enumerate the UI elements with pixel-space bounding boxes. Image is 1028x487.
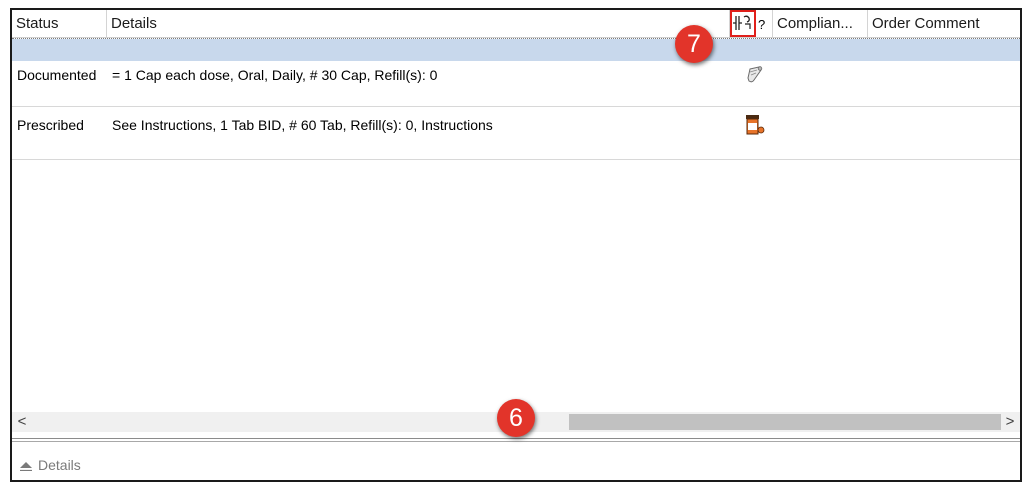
scroll-document-icon[interactable] — [744, 65, 766, 85]
annotation-badge-7: 7 — [675, 25, 713, 63]
row-separator — [12, 106, 1020, 107]
prescription-bottle-icon[interactable] — [744, 114, 768, 136]
expand-up-icon — [20, 462, 32, 472]
selected-row[interactable] — [12, 39, 1020, 61]
column-header-status[interactable]: Status — [12, 10, 107, 37]
panel-divider — [12, 438, 1020, 439]
details-expand-toggle[interactable]: Details — [19, 456, 81, 474]
row-separator — [12, 159, 1020, 160]
annotation-badge-6: 6 — [497, 399, 535, 437]
grid-header: Status Details ? Complian... Order Comme… — [12, 10, 1020, 38]
scroll-right-arrow[interactable]: > — [1000, 412, 1020, 432]
panel-divider — [12, 441, 1020, 442]
help-question-mark: ? — [758, 17, 766, 32]
row-details: See Instructions, 1 Tab BID, # 60 Tab, R… — [112, 117, 493, 133]
row-details: = 1 Cap each dose, Oral, Daily, # 30 Cap… — [112, 67, 438, 83]
row-status: Prescribed — [17, 117, 84, 133]
column-config-button[interactable] — [730, 10, 756, 37]
details-label: Details — [38, 457, 81, 473]
column-header-order-comment[interactable]: Order Comment — [868, 10, 1022, 37]
highlight-box — [730, 10, 756, 37]
column-header-compliance[interactable]: Complian... — [772, 10, 868, 37]
scrollbar-thumb[interactable] — [569, 414, 1001, 430]
row-status: Documented — [17, 67, 97, 83]
column-header-details[interactable]: Details — [107, 10, 730, 37]
scroll-left-arrow[interactable]: < — [12, 412, 32, 432]
